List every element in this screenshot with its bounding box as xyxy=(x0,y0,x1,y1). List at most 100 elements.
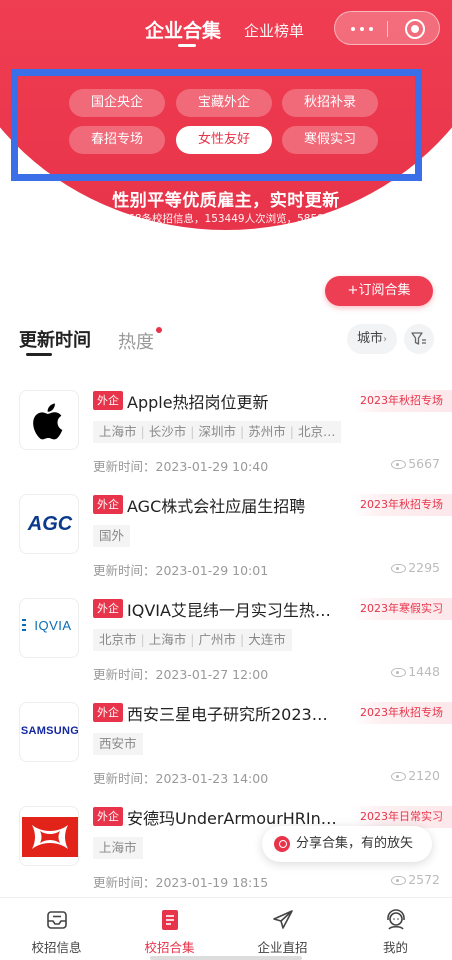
eye-icon xyxy=(391,876,407,885)
filter-icon xyxy=(411,332,426,345)
hero-header: 企业合集 企业榜单 国企央企 宝藏外企 秋招补录 春招专场 女性友好 寒假实习 … xyxy=(0,0,452,300)
city-filter-button[interactable]: 城市› xyxy=(347,324,397,354)
tab-company-ranking[interactable]: 企业榜单 xyxy=(244,20,304,41)
city-tag: 上海市 xyxy=(148,632,187,647)
tab-label: 企业直招 xyxy=(257,940,308,955)
app-root: 企业合集 企业榜单 国企央企 宝藏外企 秋招补录 春招专场 女性友好 寒假实习 … xyxy=(0,0,452,960)
tab-campus-info[interactable]: 校招信息 xyxy=(0,898,113,960)
city-tag: 上海市 xyxy=(99,424,137,439)
item-title: IQVIA艾昆纬一月实习生热… xyxy=(127,601,331,620)
view-count: 2295 xyxy=(391,560,440,575)
city-list: 上海市 xyxy=(93,837,143,859)
company-type-tag: 外企 xyxy=(93,391,123,410)
inbox-icon xyxy=(47,911,67,929)
city-tag: 深圳市 xyxy=(198,424,236,439)
eye-icon xyxy=(391,668,407,677)
eye-icon xyxy=(391,564,407,573)
share-label: 分享合集，有的放矢 xyxy=(296,836,414,851)
category-chip[interactable]: 寒假实习 xyxy=(282,126,378,154)
more-menu-icon[interactable] xyxy=(351,27,375,31)
collection-stats: 已收集68条校招信息，153449人次浏览，5858人收藏 xyxy=(96,213,356,225)
apple-logo xyxy=(19,390,79,450)
view-count: 2572 xyxy=(391,872,440,887)
company-type-tag: 外企 xyxy=(93,703,123,722)
category-chip[interactable]: 春招专场 xyxy=(69,126,165,154)
tab-company-collection[interactable]: 企业合集 xyxy=(145,16,221,43)
tab-mine[interactable]: 我的 xyxy=(339,898,452,960)
sort-by-update-time[interactable]: 更新时间 xyxy=(19,326,91,352)
list-item[interactable]: SAMSUNG 外企 西安三星电子研究所2023… 2023年秋招专场 西安市 … xyxy=(0,702,452,806)
tab-label: 校招信息 xyxy=(31,940,82,955)
company-type-tag: 外企 xyxy=(93,599,123,618)
season-badge: 2023年寒假实习 xyxy=(352,598,452,620)
update-time: 更新时间：2023-01-29 10:40 xyxy=(93,459,269,474)
category-highlight-box xyxy=(11,69,422,181)
subscribe-collection-button[interactable]: +订阅合集 xyxy=(325,276,433,306)
bottom-tab-bar: 校招信息 校招合集 企业直招 我的 xyxy=(0,897,452,960)
city-tag: 西安市 xyxy=(99,736,137,751)
city-tag: 苏州市 xyxy=(248,424,286,439)
eye-icon xyxy=(391,460,407,469)
company-type-tag: 外企 xyxy=(93,495,123,514)
list-item[interactable]: AGC 外企 AGC株式会社应届生招聘 2023年秋招专场 国外 更新时间：20… xyxy=(0,494,452,598)
collection-headline: 性别平等优质雇主，实时更新 xyxy=(112,191,340,211)
city-tag: 北京… xyxy=(297,424,336,439)
season-badge: 2023年秋招专场 xyxy=(352,390,452,412)
samsung-logo: SAMSUNG xyxy=(19,702,79,762)
share-collection-button[interactable]: 分享合集，有的放矢 xyxy=(262,826,432,862)
city-tag: 北京市 xyxy=(99,632,137,647)
view-count: 5667 xyxy=(391,456,440,471)
list-item[interactable]: IQVIA 外企 IQVIA艾昆纬一月实习生热… 2023年寒假实习 北京市 | 上… xyxy=(0,598,452,702)
category-chip[interactable]: 秋招补录 xyxy=(282,89,378,117)
update-time: 更新时间：2023-01-29 10:01 xyxy=(93,563,269,578)
chevron-right-icon: › xyxy=(383,334,387,345)
capsule-divider xyxy=(387,21,388,37)
city-tag: 上海市 xyxy=(99,840,137,855)
update-time: 更新时间：2023-01-23 14:00 xyxy=(93,771,269,786)
sort-by-popularity[interactable]: 热度 xyxy=(118,328,154,354)
city-list: 北京市 | 上海市 | 广州市 | 大连市 xyxy=(93,629,292,651)
season-badge: 2023年日常实习 xyxy=(352,806,452,828)
new-dot-indicator xyxy=(156,327,162,333)
sort-active-underline xyxy=(26,353,52,356)
city-tag: 国外 xyxy=(99,528,125,543)
paper-plane-icon xyxy=(273,910,293,929)
eye-icon xyxy=(391,772,407,781)
company-type-tag: 外企 xyxy=(93,807,123,826)
season-badge: 2023年秋招专场 xyxy=(352,702,452,724)
update-time: 更新时间：2023-01-19 18:15 xyxy=(93,875,269,890)
view-count: 2120 xyxy=(391,768,440,783)
city-tag: 长沙市 xyxy=(148,424,187,439)
agc-logo: AGC xyxy=(19,494,79,554)
home-indicator xyxy=(150,956,302,960)
tab-label: 校招合集 xyxy=(144,940,195,955)
category-chip[interactable]: 国企央企 xyxy=(69,89,165,117)
iqvia-logo: IQVIA xyxy=(19,598,79,658)
tab-campus-collection[interactable]: 校招合集 xyxy=(113,898,226,960)
item-title: Apple热招岗位更新 xyxy=(127,393,269,412)
season-badge: 2023年秋招专场 xyxy=(352,494,452,516)
city-list: 西安市 xyxy=(93,733,143,755)
update-time: 更新时间：2023-01-27 12:00 xyxy=(93,667,269,682)
city-filter-label: 城市 xyxy=(356,331,383,346)
tab-company-direct[interactable]: 企业直招 xyxy=(226,898,339,960)
city-list: 上海市 | 长沙市 | 深圳市 | 苏州市 | 北京… xyxy=(93,421,342,443)
collection-icon xyxy=(162,910,178,930)
item-title: 西安三星电子研究所2023… xyxy=(127,705,328,724)
under-armour-logo xyxy=(19,806,79,866)
category-chip[interactable]: 宝藏外企 xyxy=(176,89,272,117)
miniprogram-capsule xyxy=(334,11,440,45)
view-count: 1448 xyxy=(391,664,440,679)
filter-button[interactable] xyxy=(404,324,434,354)
tab-active-underline xyxy=(178,44,196,47)
city-tag: 大连市 xyxy=(248,632,286,647)
close-miniprogram-icon[interactable] xyxy=(405,19,425,39)
headset-user-icon xyxy=(387,909,405,930)
item-title: AGC株式会社应届生招聘 xyxy=(127,497,306,516)
city-tag: 广州市 xyxy=(198,632,236,647)
tab-label: 我的 xyxy=(382,940,408,955)
city-list: 国外 xyxy=(93,525,131,547)
category-chip-active[interactable]: 女性友好 xyxy=(176,126,272,154)
list-item[interactable]: 外企 Apple热招岗位更新 2023年秋招专场 上海市 | 长沙市 | 深圳市 | 苏州市… xyxy=(0,390,452,494)
share-icon xyxy=(274,836,290,852)
